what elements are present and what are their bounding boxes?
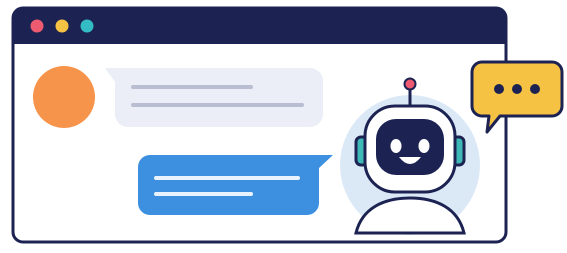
outgoing-text-line-2 — [154, 192, 253, 196]
incoming-message-bubble — [105, 68, 323, 127]
robot-antenna-tip — [403, 77, 417, 91]
typing-dot-3 — [530, 84, 540, 94]
incoming-text-line-1 — [131, 85, 253, 89]
chatbot-illustration — [0, 0, 567, 248]
minimize-dot[interactable] — [55, 19, 69, 33]
incoming-text-line-2 — [131, 103, 304, 107]
user-avatar — [33, 66, 95, 128]
close-dot[interactable] — [30, 19, 44, 33]
robot-left-eye — [390, 139, 402, 153]
outgoing-message-bubble — [138, 155, 333, 215]
robot-right-eye — [418, 139, 430, 153]
outgoing-text-line-1 — [154, 176, 300, 180]
illustration-canvas — [11, 6, 564, 244]
zoom-dot[interactable] — [80, 19, 94, 33]
typing-dot-2 — [512, 84, 522, 94]
typing-dot-1 — [494, 84, 504, 94]
robot-visor — [376, 119, 444, 175]
